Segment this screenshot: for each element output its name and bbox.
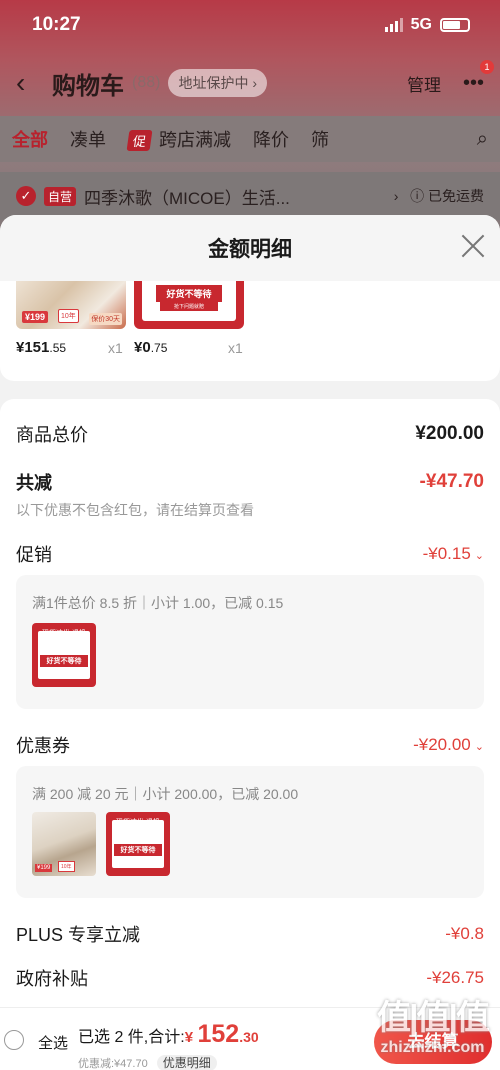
discount-detail-button[interactable]: 优惠明细 <box>156 1055 217 1070</box>
product-price: ¥0.75 <box>134 339 168 356</box>
manage-button[interactable]: 管理 <box>407 71 441 96</box>
reduce-note: 以下优惠不包含红包，请在结算页查看 <box>16 502 254 518</box>
chevron-down-icon[interactable]: ⌄ <box>475 741 484 753</box>
sheet-title: 金额明细 <box>208 238 292 261</box>
search-icon[interactable]: ⌕ <box>477 128 488 151</box>
tab-price-drop[interactable]: 降价 <box>253 126 289 152</box>
coupon-product-thumbnail-heater[interactable]: ¥199 10年 <box>32 812 96 876</box>
coupon-value-wrap: -¥20.00 ⌄ <box>413 735 484 755</box>
price-detail-card: 商品总价 ¥200.00 共减 -¥47.70 以下优惠不包含红包，请在结算页查… <box>0 399 500 1019</box>
coupon-value: -¥20.00 <box>413 735 471 754</box>
total-label: 商品总价 <box>16 425 88 445</box>
sheet-header: 金额明细 <box>0 215 500 281</box>
coupon-row[interactable]: 优惠券 -¥20.00 ⌄ <box>16 732 484 758</box>
tab-bundle[interactable]: 凑单 <box>70 126 106 152</box>
select-all-label[interactable]: 全选 <box>38 1032 68 1053</box>
store-arrow-icon[interactable]: › <box>394 188 399 204</box>
selected-summary: 已选 2 件,合计:¥ 152.30 <box>78 1020 259 1048</box>
store-row: ✓ 自营 四季沐歌（MICOE）生活... › ⓘ 已免运费 <box>0 172 500 220</box>
more-badge: 1 <box>480 59 494 74</box>
total-amount: 152 <box>197 1020 240 1048</box>
more-icon[interactable]: ••• 1 <box>463 59 494 95</box>
back-arrow-icon[interactable]: ‹ <box>16 67 52 99</box>
nav-bar: ‹ 购物车 (88) 地址保护中 › 管理 ••• 1 <box>0 59 500 106</box>
promo-tag-icon: 促 <box>126 130 153 151</box>
store-shipping: › ⓘ 已免运费 <box>393 188 484 204</box>
promo-desc: 满1件总价 8.5 折｜小计 1.00，已减 0.15 <box>32 595 284 611</box>
address-protection-chip[interactable]: 地址保护中 › <box>168 69 268 97</box>
total-row: 商品总价 ¥200.00 <box>16 421 484 447</box>
promo-row[interactable]: 促销 -¥0.15 ⌄ <box>16 541 484 567</box>
self-operated-tag: 自营 <box>44 186 77 206</box>
signal-icon <box>384 18 403 32</box>
checkout-bar: 全选 已选 2 件,合计:¥ 152.30 优惠减:¥47.70 优惠明细 去结… <box>0 1007 500 1070</box>
status-time: 10:27 <box>32 14 81 35</box>
checkout-button[interactable]: 去结算 <box>374 1020 492 1064</box>
discount-summary: 优惠减:¥47.70 优惠明细 <box>78 1054 217 1070</box>
status-bar: 10:27 5G <box>0 0 500 50</box>
cart-count: (88) <box>132 74 161 91</box>
product-qty: x1 <box>228 340 243 356</box>
tab-cross-store[interactable]: 促跨店满减 <box>126 126 231 152</box>
amount-detail-sheet: 金额明细 ¥199 10年 保价30天 好货不等待 抢下问题就赔 ¥151.55… <box>0 215 500 1070</box>
promo-detail-box: 满1件总价 8.5 折｜小计 1.00，已减 0.15 现货速发 退换无忧 好货… <box>16 575 484 709</box>
products-card: ¥199 10年 保价30天 好货不等待 抢下问题就赔 ¥151.55 x1 ¥… <box>0 281 500 381</box>
product-thumbnail-gift[interactable]: 好货不等待 抢下问题就赔 <box>134 281 244 329</box>
store-name[interactable]: 四季沐歌（MICOE）生活... <box>84 184 290 209</box>
coupon-detail-box: 满 200 减 20 元｜小计 200.00，已减 20.00 ¥199 10年… <box>16 766 484 898</box>
reduce-row: 共减 -¥47.70 <box>16 469 484 495</box>
store-check-icon[interactable]: ✓ <box>16 186 36 206</box>
chevron-down-icon[interactable]: ⌄ <box>475 550 484 562</box>
product-thumbnail-heater[interactable]: ¥199 10年 保价30天 <box>16 281 126 329</box>
reduce-value: -¥47.70 <box>419 471 484 492</box>
gov-subsidy-value: -¥26.75 <box>426 968 484 987</box>
gov-subsidy-row: 政府补贴 -¥26.75 <box>16 965 484 991</box>
total-value: ¥200.00 <box>415 423 484 444</box>
gov-subsidy-label: 政府补贴 <box>16 969 88 989</box>
plus-label: PLUS 专享立减 <box>16 925 141 945</box>
filter-tabs: 全部 凑单 促跨店满减 降价 筛 ⌕ <box>0 116 500 162</box>
close-icon[interactable] <box>460 233 486 259</box>
reduce-label: 共减 <box>16 473 52 493</box>
plus-row: PLUS 专享立减 -¥0.8 <box>16 921 484 947</box>
select-all-radio[interactable] <box>4 1030 24 1050</box>
network-label: 5G <box>410 16 432 33</box>
tab-all[interactable]: 全部 <box>12 126 48 152</box>
coupon-label: 优惠券 <box>16 736 70 756</box>
coupon-desc: 满 200 减 20 元｜小计 200.00，已减 20.00 <box>32 786 299 802</box>
promo-value-wrap: -¥0.15 ⌄ <box>423 544 484 564</box>
page-title: 购物车 <box>52 72 124 100</box>
product-qty: x1 <box>108 340 123 356</box>
plus-value: -¥0.8 <box>445 924 484 943</box>
tab-filter[interactable]: 筛 <box>311 126 329 152</box>
status-indicators: 5G <box>384 16 470 34</box>
promo-value: -¥0.15 <box>422 544 471 563</box>
promo-product-thumbnail[interactable]: 现货速发 退换无忧 好货不等待 <box>32 623 96 687</box>
coupon-product-thumbnail-gift[interactable]: 现货速发 退换无忧 好货不等待 <box>106 812 170 876</box>
promo-label: 促销 <box>16 545 52 565</box>
product-price: ¥151.55 <box>16 339 67 356</box>
battery-icon <box>440 18 470 32</box>
